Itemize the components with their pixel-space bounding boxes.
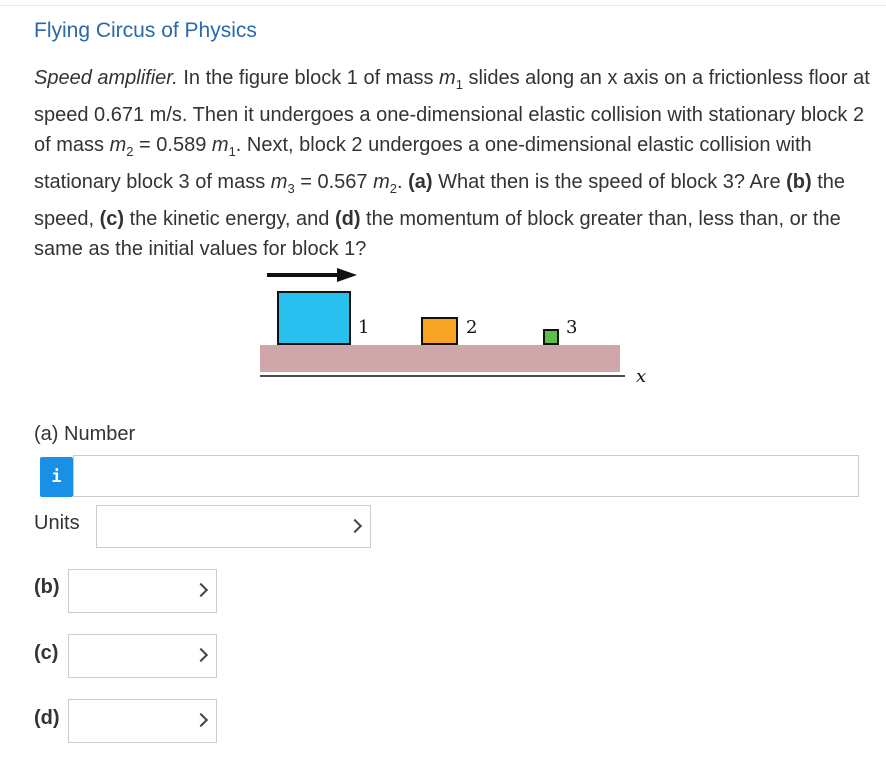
block-1 <box>277 291 351 345</box>
part-d-label: (d) <box>34 707 60 729</box>
chevron-down-icon <box>193 647 209 663</box>
block-2-label: 2 <box>466 317 477 338</box>
part-d-select[interactable] <box>68 699 217 743</box>
units-select[interactable] <box>96 505 371 548</box>
part-c-select[interactable] <box>68 634 217 678</box>
chevron-down-icon <box>193 712 209 728</box>
collision-figure: 1 2 3 x <box>260 268 646 387</box>
part-b-select[interactable] <box>68 569 217 613</box>
info-icon[interactable]: i <box>40 457 73 497</box>
part-b-label: (b) <box>34 576 60 598</box>
block-3 <box>543 329 559 345</box>
chevron-down-icon <box>347 518 363 533</box>
units-label: Units <box>34 512 80 534</box>
number-input[interactable] <box>73 455 859 497</box>
floor <box>260 345 620 372</box>
page-title: Flying Circus of Physics <box>34 19 257 42</box>
block-1-label: 1 <box>358 317 369 338</box>
question-text: Speed amplifier. In the figure block 1 o… <box>34 67 870 260</box>
top-divider <box>0 5 886 6</box>
block-3-label: 3 <box>566 317 577 338</box>
question-lead: Speed amplifier. <box>34 67 178 89</box>
block-2 <box>421 317 458 345</box>
part-a-label: (a) Number <box>34 423 136 445</box>
part-c-label: (c) <box>34 642 59 664</box>
x-axis-label: x <box>636 366 646 387</box>
chevron-down-icon <box>193 582 209 598</box>
arrow-head-icon <box>337 268 357 282</box>
